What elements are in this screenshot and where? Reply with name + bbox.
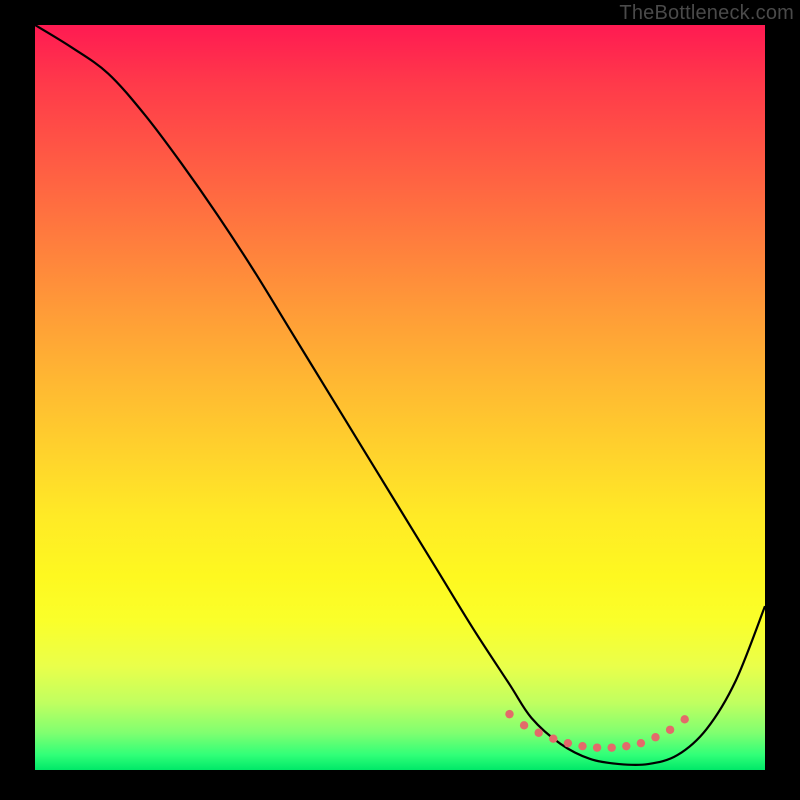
optimum-marker-dot [608, 743, 616, 751]
plot-frame [35, 25, 765, 770]
optimum-marker-dot [637, 739, 645, 747]
bottleneck-curve [35, 25, 765, 765]
optimum-marker-dot [505, 710, 513, 718]
optimum-marker-dot [535, 729, 543, 737]
chart-svg [35, 25, 765, 770]
optimum-marker-dot [681, 715, 689, 723]
bottleneck-curve-path [35, 25, 765, 765]
optimum-marker-dot [549, 735, 557, 743]
optimum-marker-dot [666, 726, 674, 734]
optimum-marker [505, 710, 689, 752]
optimum-marker-dot [578, 742, 586, 750]
optimum-marker-dot [564, 739, 572, 747]
watermark-text: TheBottleneck.com [619, 2, 794, 25]
optimum-marker-dot [651, 733, 659, 741]
optimum-marker-dot [593, 743, 601, 751]
optimum-marker-dot [520, 721, 528, 729]
plot-area [35, 25, 765, 770]
optimum-marker-dot [622, 742, 630, 750]
